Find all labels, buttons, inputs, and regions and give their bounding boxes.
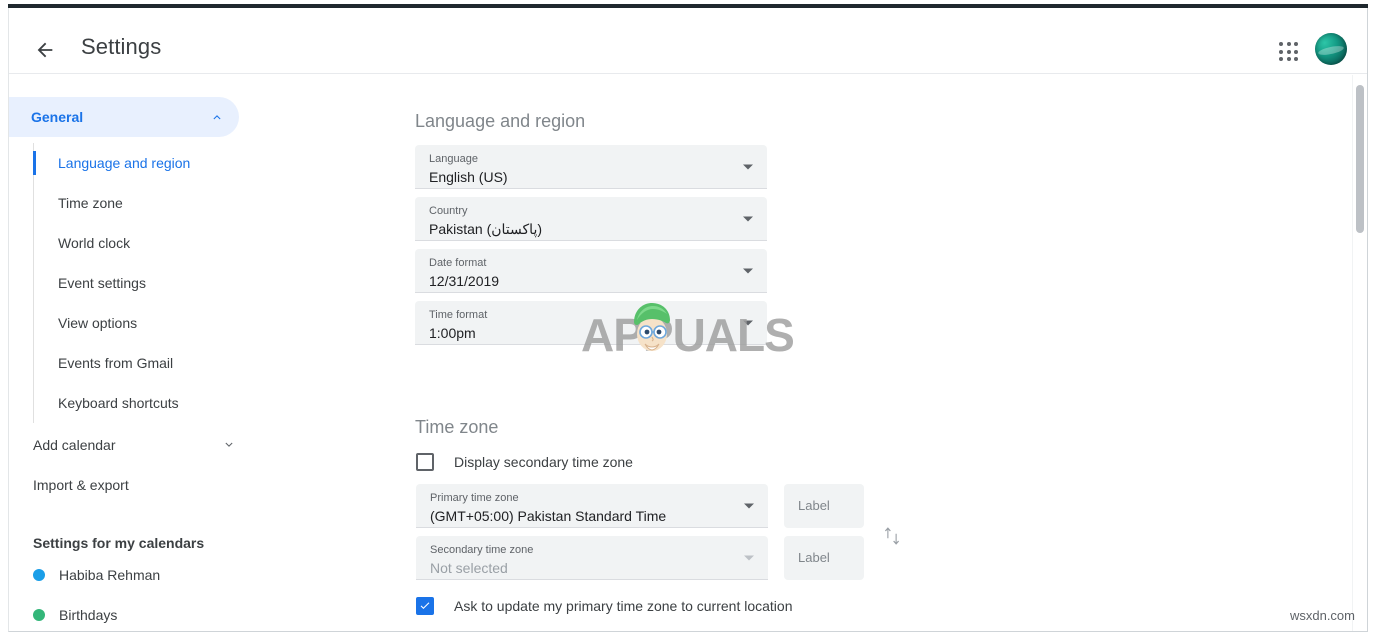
field-label: Country	[429, 205, 468, 217]
sidebar-item-label: Event settings	[58, 275, 146, 291]
sidebar-item-import-export[interactable]: Import & export	[9, 465, 309, 505]
input-placeholder: Label	[798, 550, 830, 565]
calendar-color-dot	[33, 609, 45, 621]
field-label: Language	[429, 153, 478, 165]
dropdown-arrow-icon[interactable]	[743, 164, 753, 169]
sidebar-item-label: Events from Gmail	[58, 355, 174, 371]
calendar-item-birthdays[interactable]: Birthdays	[9, 595, 309, 635]
ask-update-time-zone-checkbox-row[interactable]: Ask to update my primary time zone to cu…	[416, 597, 792, 615]
swap-vertical-icon[interactable]	[879, 520, 905, 552]
sidebar-item-label: World clock	[58, 235, 131, 251]
avatar[interactable]	[1315, 33, 1347, 65]
dropdown-arrow-icon[interactable]	[744, 503, 754, 508]
field-value: 12/31/2019	[429, 273, 500, 289]
dropdown-arrow-icon[interactable]	[743, 268, 753, 273]
field-label: Date format	[429, 257, 487, 269]
sidebar-item-language-and-region[interactable]: Language and region	[33, 143, 309, 183]
sidebar-item-add-calendar[interactable]: Add calendar	[9, 425, 309, 465]
calendar-item-habiba-rehman[interactable]: Habiba Rehman	[9, 555, 309, 595]
checkbox-label: Ask to update my primary time zone to cu…	[454, 598, 793, 614]
sidebar-item-world-clock[interactable]: World clock	[58, 223, 309, 263]
date-format-field[interactable]: Date format 12/31/2019	[415, 249, 767, 293]
sidebar-item-label: Import & export	[33, 477, 129, 493]
back-button[interactable]	[27, 32, 63, 68]
checkbox-label: Display secondary time zone	[454, 454, 633, 470]
sidebar-item-label: Language and region	[58, 155, 191, 171]
scrollbar-thumb[interactable]	[1356, 85, 1364, 233]
secondary-time-zone-field[interactable]: Secondary time zone Not selected	[416, 536, 768, 580]
field-value: 1:00pm	[429, 325, 476, 341]
field-label: Primary time zone	[430, 492, 519, 504]
scrollbar-track[interactable]	[1352, 75, 1366, 631]
settings-page: Settings General Language and region Tim…	[0, 0, 1376, 640]
sidebar-section-label: General	[31, 109, 84, 125]
site-watermark: wsxdn.com	[1289, 608, 1355, 623]
sidebar-item-label: Keyboard shortcuts	[58, 395, 179, 411]
sidebar-item-event-settings[interactable]: Event settings	[58, 263, 309, 303]
window-body: Settings General Language and region Tim…	[8, 8, 1368, 632]
country-field[interactable]: Country Pakistan (پاکستان)	[415, 197, 767, 241]
section-title-time-zone: Time zone	[415, 417, 499, 437]
sidebar-section-general[interactable]: General	[9, 97, 239, 137]
sidebar-item-label: View options	[58, 315, 138, 331]
apps-grid-icon[interactable]	[1273, 36, 1305, 68]
sidebar: General Language and region Time zone Wo…	[9, 75, 309, 631]
sidebar-item-label: Add calendar	[33, 437, 116, 453]
calendar-color-dot	[33, 569, 45, 581]
primary-time-zone-field[interactable]: Primary time zone (GMT+05:00) Pakistan S…	[416, 484, 768, 528]
field-value: Not selected	[430, 560, 508, 576]
sidebar-item-view-options[interactable]: View options	[58, 303, 309, 343]
input-placeholder: Label	[798, 498, 830, 513]
dropdown-arrow-icon[interactable]	[744, 555, 754, 560]
calendar-item-label: Birthdays	[59, 607, 118, 623]
dropdown-arrow-icon[interactable]	[743, 320, 753, 325]
chevron-down-icon[interactable]	[221, 437, 237, 453]
display-secondary-time-zone-checkbox-row[interactable]: Display secondary time zone	[416, 453, 633, 471]
calendars-heading: Settings for my calendars	[33, 535, 205, 551]
time-format-field[interactable]: Time format 1:00pm	[415, 301, 767, 345]
checkbox-checked-icon[interactable]	[416, 597, 434, 615]
field-value: Pakistan (پاکستان)	[429, 221, 543, 237]
sidebar-item-keyboard-shortcuts[interactable]: Keyboard shortcuts	[58, 383, 309, 423]
section-title-language-region: Language and region	[415, 111, 586, 131]
sidebar-sublist: Language and region Time zone World cloc…	[33, 143, 309, 423]
app-header: Settings	[9, 8, 1367, 74]
field-label: Secondary time zone	[430, 544, 534, 556]
secondary-time-zone-label-input[interactable]: Label	[784, 536, 864, 580]
language-field[interactable]: Language English (US)	[415, 145, 767, 189]
chevron-up-icon[interactable]	[209, 109, 225, 125]
sidebar-item-events-from-gmail[interactable]: Events from Gmail	[58, 343, 309, 383]
main-content: Language and region Language English (US…	[309, 75, 1349, 631]
primary-time-zone-label-input[interactable]: Label	[784, 484, 864, 528]
checkbox-unchecked-icon[interactable]	[416, 453, 434, 471]
field-value: English (US)	[429, 169, 508, 185]
sidebar-item-time-zone[interactable]: Time zone	[58, 183, 309, 223]
sidebar-item-label: Time zone	[58, 195, 123, 211]
dropdown-arrow-icon[interactable]	[743, 216, 753, 221]
calendar-item-label: Habiba Rehman	[59, 567, 161, 583]
arrow-left-icon	[34, 39, 56, 61]
field-label: Time format	[429, 309, 488, 321]
page-title: Settings	[81, 34, 162, 59]
field-value: (GMT+05:00) Pakistan Standard Time	[430, 508, 667, 524]
